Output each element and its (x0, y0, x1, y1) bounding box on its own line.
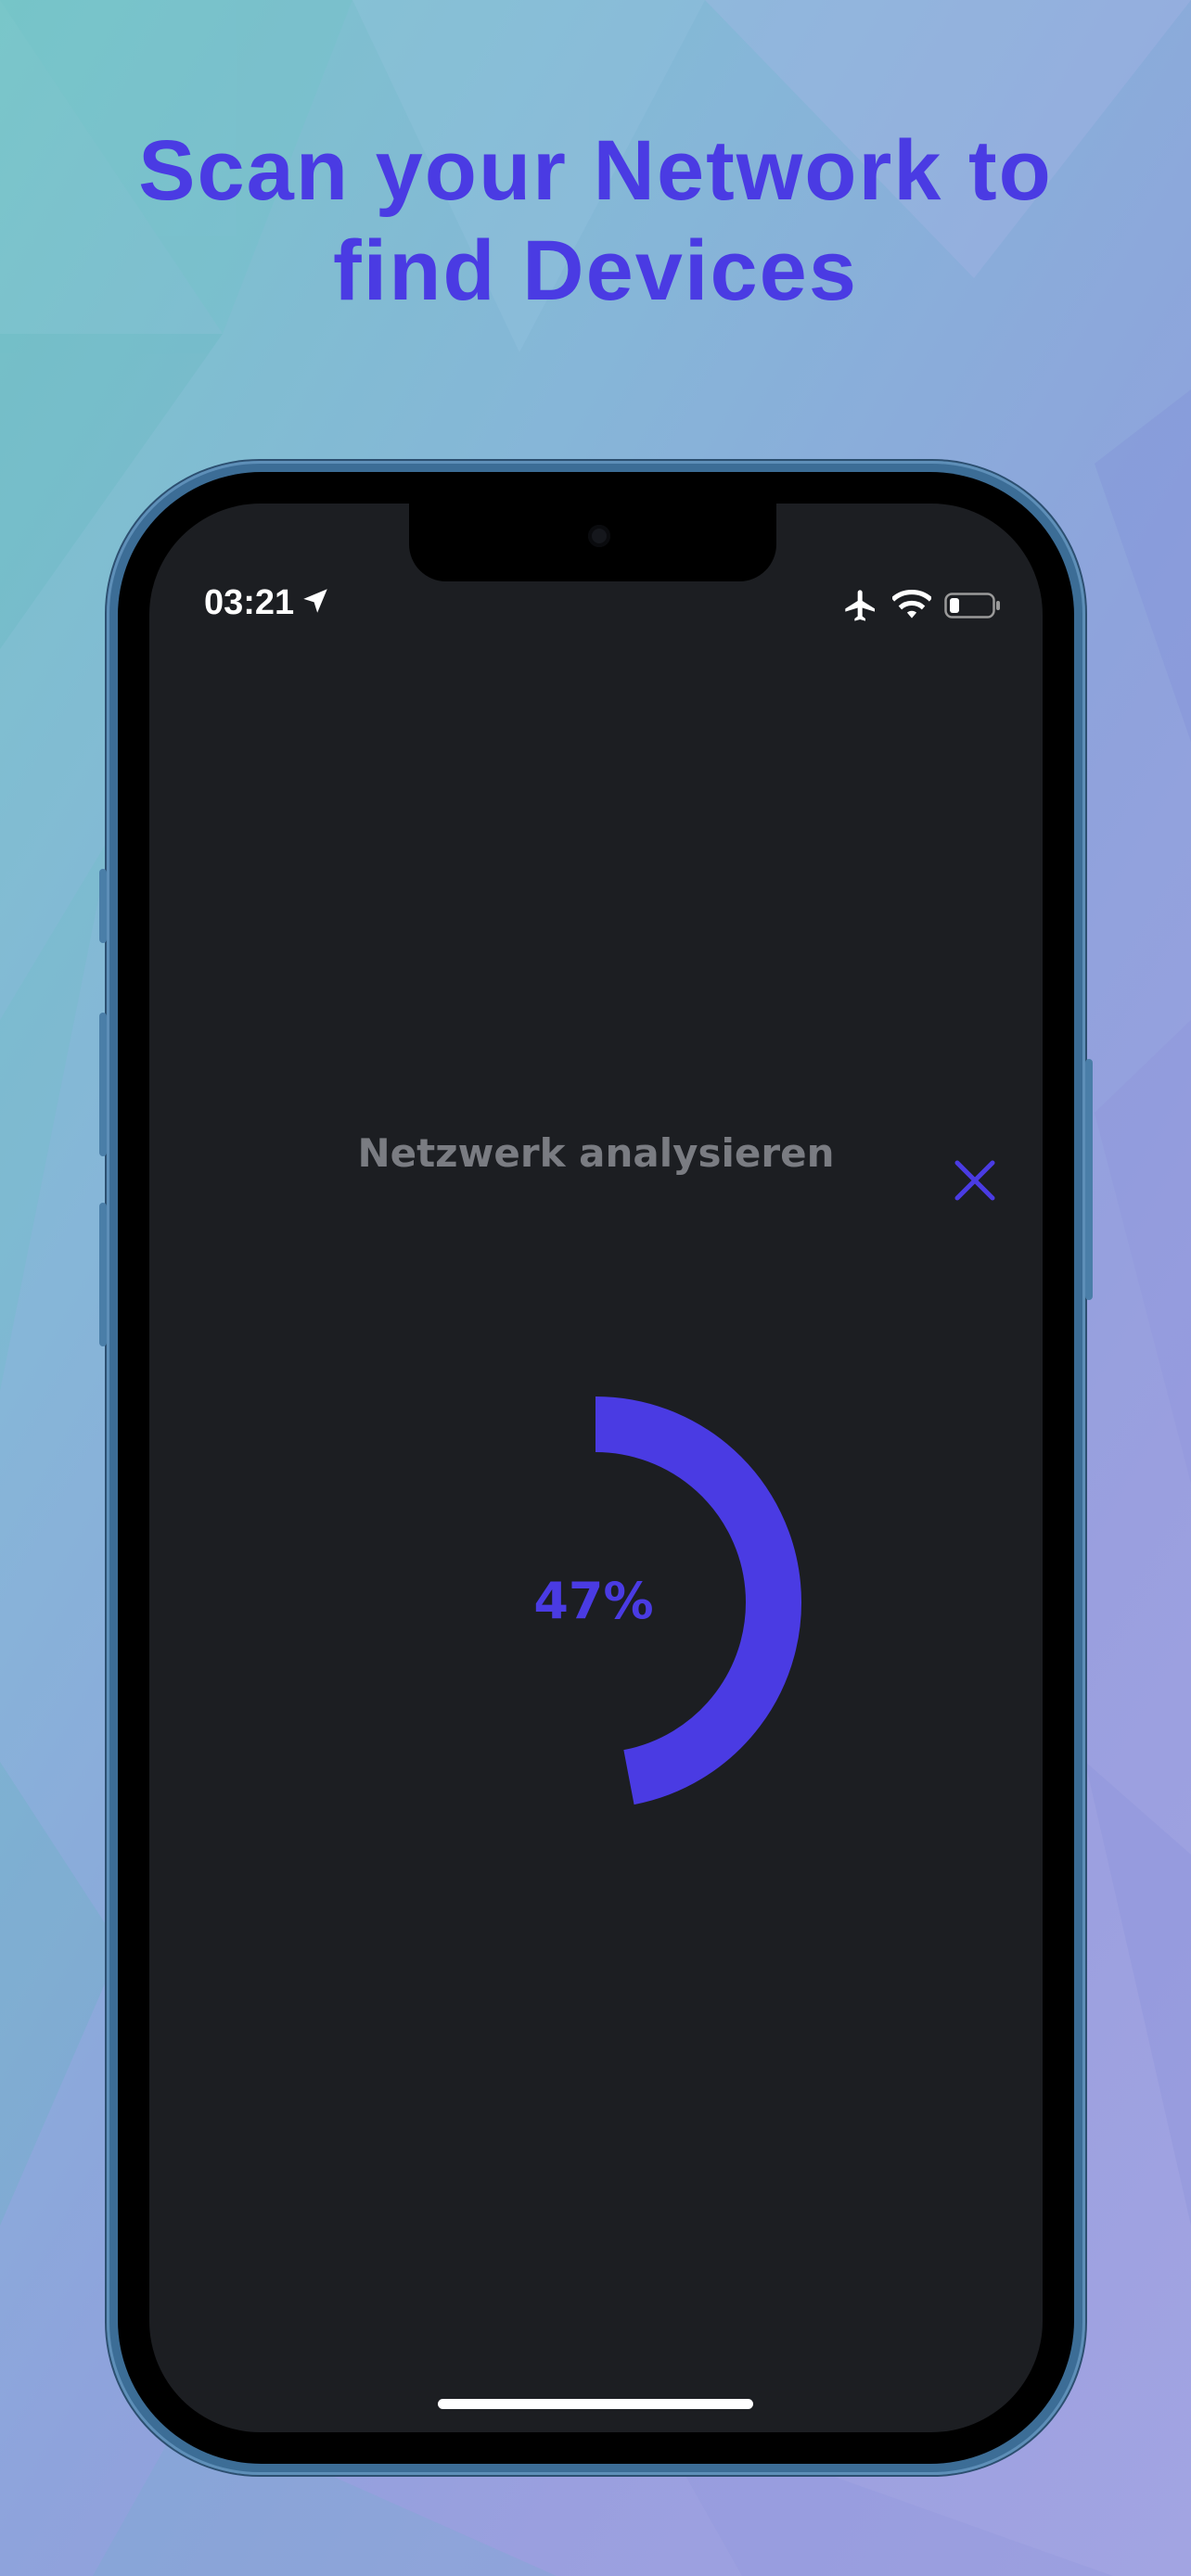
home-indicator (438, 2399, 753, 2409)
progress-ring (595, 1396, 801, 1805)
progress-percentage: 47% (533, 1572, 654, 1630)
